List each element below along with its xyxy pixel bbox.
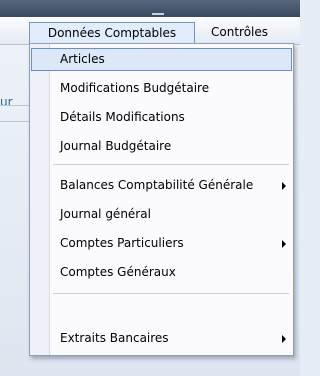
menu-item-details-modifications[interactable]: Détails Modifications — [31, 106, 292, 129]
menu-item-modifications-budgetaire[interactable]: Modifications Budgétaire — [31, 77, 292, 100]
menu-item-extraits-bancaires[interactable]: Extraits Bancaires — [31, 327, 292, 350]
menu-item-balances-comptabilite-generale[interactable]: Balances Comptabilité Générale — [31, 174, 292, 197]
menu-item-journal-budgetaire[interactable]: Journal Budgétaire — [31, 135, 292, 158]
chevron-right-icon — [282, 240, 286, 248]
menu-item-articles[interactable]: Articles — [31, 48, 292, 71]
window-titlebar — [0, 0, 300, 17]
menu-separator — [53, 293, 289, 294]
menu-donnees-comptables[interactable]: Données Comptables — [29, 22, 195, 43]
menu-item-label: Balances Comptabilité Générale — [60, 178, 254, 192]
menu-item-label: Comptes Particuliers — [60, 236, 184, 250]
menu-item-label: Extraits Bancaires — [60, 331, 169, 345]
menu-item-journal-general[interactable]: Journal général — [31, 203, 292, 226]
chevron-right-icon — [282, 335, 286, 343]
background-divider — [0, 105, 30, 106]
background-divider — [0, 121, 30, 122]
background-partial-text: ur — [0, 95, 13, 109]
dropdown-menu: Articles Modifications Budgétaire Détail… — [29, 43, 294, 356]
menu-separator — [53, 164, 289, 165]
titlebar-grip — [152, 13, 164, 15]
menu-controles[interactable]: Contrôles — [203, 22, 276, 43]
chevron-right-icon — [282, 182, 286, 190]
menu-item-comptes-particuliers[interactable]: Comptes Particuliers — [31, 232, 292, 255]
menu-item-comptes-generaux[interactable]: Comptes Généraux — [31, 261, 292, 284]
